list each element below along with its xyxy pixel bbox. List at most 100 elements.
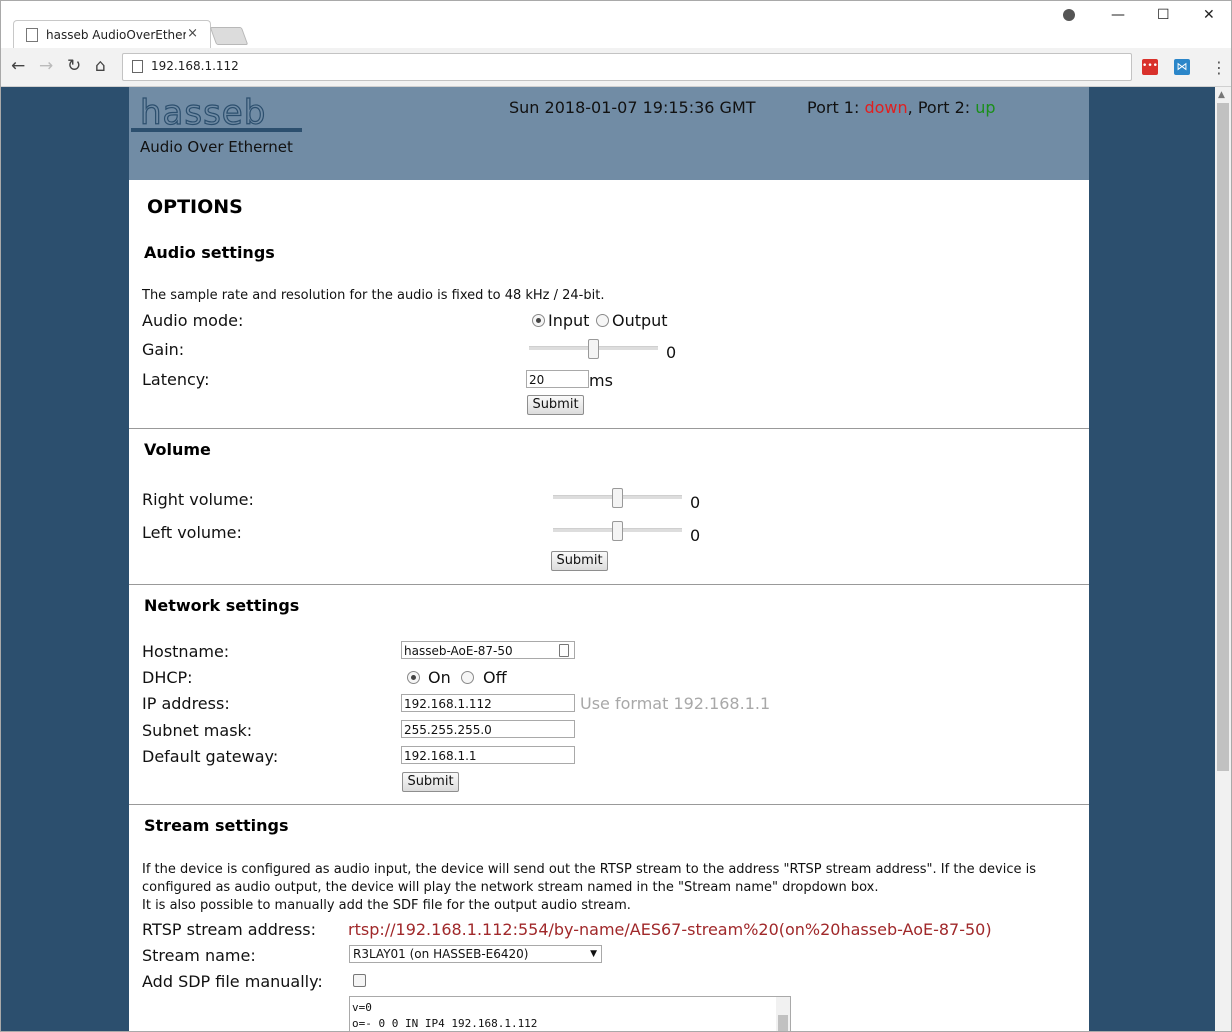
user-icon[interactable] [1063, 9, 1075, 21]
audio-mode-label: Audio mode: [142, 311, 244, 330]
gain-slider[interactable] [529, 339, 658, 359]
gain-slider-thumb[interactable] [588, 339, 599, 359]
home-icon[interactable]: ⌂ [95, 56, 106, 76]
datetime: Sun 2018-01-07 19:15:36 GMT [509, 98, 756, 117]
right-volume-label: Right volume: [142, 490, 254, 509]
sdp-line[interactable]: v=0 [352, 1000, 788, 1016]
audio-submit-button[interactable]: Submit [527, 395, 584, 415]
audio-settings-title: Audio settings [144, 243, 275, 262]
port1-label: Port 1: [807, 98, 865, 117]
reload-icon[interactable]: ↻ [67, 56, 81, 76]
dhcp-label: DHCP: [142, 668, 193, 687]
browser-toolbar: ← → ↻ ⌂ 192.168.1.112 ••• ⋈ ⋮ [1, 48, 1231, 87]
tab-strip: hasseb AudioOverEthern × — ☐ ✕ [1, 1, 1231, 49]
subnet-mask-input[interactable]: 255.255.255.0 [401, 720, 575, 738]
page-scrollbar[interactable]: ▲ [1215, 87, 1231, 1031]
dhcp-off-radio[interactable] [461, 671, 474, 684]
extension-lastpass-icon[interactable]: ••• [1142, 59, 1158, 75]
left-volume-value: 0 [690, 526, 701, 545]
audio-mode-input-radio[interactable] [532, 314, 545, 327]
scroll-up-icon[interactable]: ▲ [1218, 90, 1225, 100]
volume-submit-button[interactable]: Submit [551, 551, 608, 571]
port2-status: up [975, 98, 996, 117]
hostname-label: Hostname: [142, 642, 230, 661]
stream-settings-title: Stream settings [144, 816, 289, 835]
browser-tab[interactable]: hasseb AudioOverEthern × [13, 20, 211, 49]
port2-label: , Port 2: [907, 98, 976, 117]
left-volume-label: Left volume: [142, 523, 242, 542]
stream-note-line2: It is also possible to manually add the … [142, 898, 631, 913]
latency-unit: ms [589, 371, 613, 390]
scroll-thumb[interactable] [1217, 103, 1229, 771]
network-settings-title: Network settings [144, 596, 300, 615]
ip-format-hint: Use format 192.168.1.1 [580, 694, 771, 713]
right-volume-thumb[interactable] [612, 488, 623, 508]
sdp-manual-checkbox[interactable] [353, 974, 366, 987]
hasseb-logo: hasseb [139, 92, 267, 133]
minimize-icon[interactable]: — [1111, 7, 1125, 23]
page-info-icon[interactable] [132, 60, 143, 73]
latency-label: Latency: [142, 370, 210, 389]
ip-address-label: IP address: [142, 694, 230, 713]
volume-title: Volume [144, 440, 211, 459]
new-tab-button[interactable] [209, 27, 249, 45]
stream-name-value[interactable]: R3LAY01 (on HASSEB-E6420) [353, 947, 528, 961]
right-volume-slider[interactable] [553, 488, 682, 508]
divider [129, 428, 1089, 429]
subnet-mask-label: Subnet mask: [142, 721, 253, 740]
sdp-manual-label: Add SDP file manually: [142, 972, 323, 991]
tab-close-icon[interactable]: × [187, 26, 198, 41]
dhcp-off-label[interactable]: Off [483, 668, 507, 687]
textarea-scroll-thumb[interactable] [778, 1015, 788, 1031]
gain-label: Gain: [142, 340, 185, 359]
url-text[interactable]: 192.168.1.112 [151, 59, 239, 73]
password-key-icon[interactable] [559, 644, 569, 657]
maximize-icon[interactable]: ☐ [1157, 7, 1170, 23]
port-status: Port 1: down, Port 2: up [807, 98, 996, 117]
audio-mode-input-label[interactable]: Input [548, 311, 589, 330]
sdp-line[interactable]: o=- 0 0 IN IP4 192.168.1.112 [352, 1016, 788, 1031]
port1-status: down [864, 98, 908, 117]
dhcp-on-radio[interactable] [407, 671, 420, 684]
logo-underline [131, 128, 302, 132]
rtsp-address-value: rtsp://192.168.1.112:554/by-name/AES67-s… [348, 920, 992, 939]
ip-address-input[interactable]: 192.168.1.112 [401, 694, 575, 712]
back-icon[interactable]: ← [11, 56, 25, 76]
audio-note: The sample rate and resolution for the a… [142, 288, 605, 303]
page-icon [26, 28, 38, 42]
address-bar[interactable]: 192.168.1.112 [122, 53, 1132, 81]
stream-note: If the device is configured as audio inp… [142, 861, 1072, 915]
default-gateway-input[interactable]: 192.168.1.1 [401, 746, 575, 764]
divider [129, 584, 1089, 585]
rtsp-address-label: RTSP stream address: [142, 920, 317, 939]
sdp-textarea[interactable]: v=0 o=- 0 0 IN IP4 192.168.1.112 [349, 996, 791, 1031]
left-volume-thumb[interactable] [612, 521, 623, 541]
textarea-scrollbar[interactable] [776, 997, 790, 1031]
default-gateway-label: Default gateway: [142, 747, 279, 766]
page-title: OPTIONS [147, 196, 243, 218]
site-header: hasseb Audio Over Ethernet Sun 2018-01-0… [129, 87, 1089, 180]
page-viewport: hasseb Audio Over Ethernet Sun 2018-01-0… [1, 87, 1215, 1031]
gain-value: 0 [666, 343, 677, 362]
left-volume-slider[interactable] [553, 521, 682, 541]
forward-icon[interactable]: → [39, 56, 53, 76]
extension-icon[interactable]: ⋈ [1174, 59, 1190, 75]
hostname-value[interactable]: hasseb-AoE-87-50 [404, 644, 513, 658]
dhcp-on-label[interactable]: On [428, 668, 451, 687]
browser-window: hasseb AudioOverEthern × — ☐ ✕ ← → ↻ ⌂ 1… [0, 0, 1232, 1032]
network-submit-button[interactable]: Submit [402, 772, 459, 792]
stream-note-line1: If the device is configured as audio inp… [142, 862, 1036, 895]
browser-menu-icon[interactable]: ⋮ [1211, 58, 1227, 77]
right-volume-value: 0 [690, 493, 701, 512]
stream-name-select[interactable]: R3LAY01 (on HASSEB-E6420) ▼ [349, 945, 602, 963]
chevron-down-icon[interactable]: ▼ [590, 946, 597, 962]
page-content: hasseb Audio Over Ethernet Sun 2018-01-0… [129, 87, 1089, 1031]
tab-title: hasseb AudioOverEthern [46, 28, 186, 42]
stream-name-label: Stream name: [142, 946, 256, 965]
hostname-input[interactable]: hasseb-AoE-87-50 [401, 641, 575, 659]
audio-mode-output-label[interactable]: Output [612, 311, 668, 330]
divider [129, 804, 1089, 805]
latency-input[interactable]: 20 [526, 370, 589, 388]
close-window-icon[interactable]: ✕ [1203, 7, 1215, 23]
audio-mode-output-radio[interactable] [596, 314, 609, 327]
